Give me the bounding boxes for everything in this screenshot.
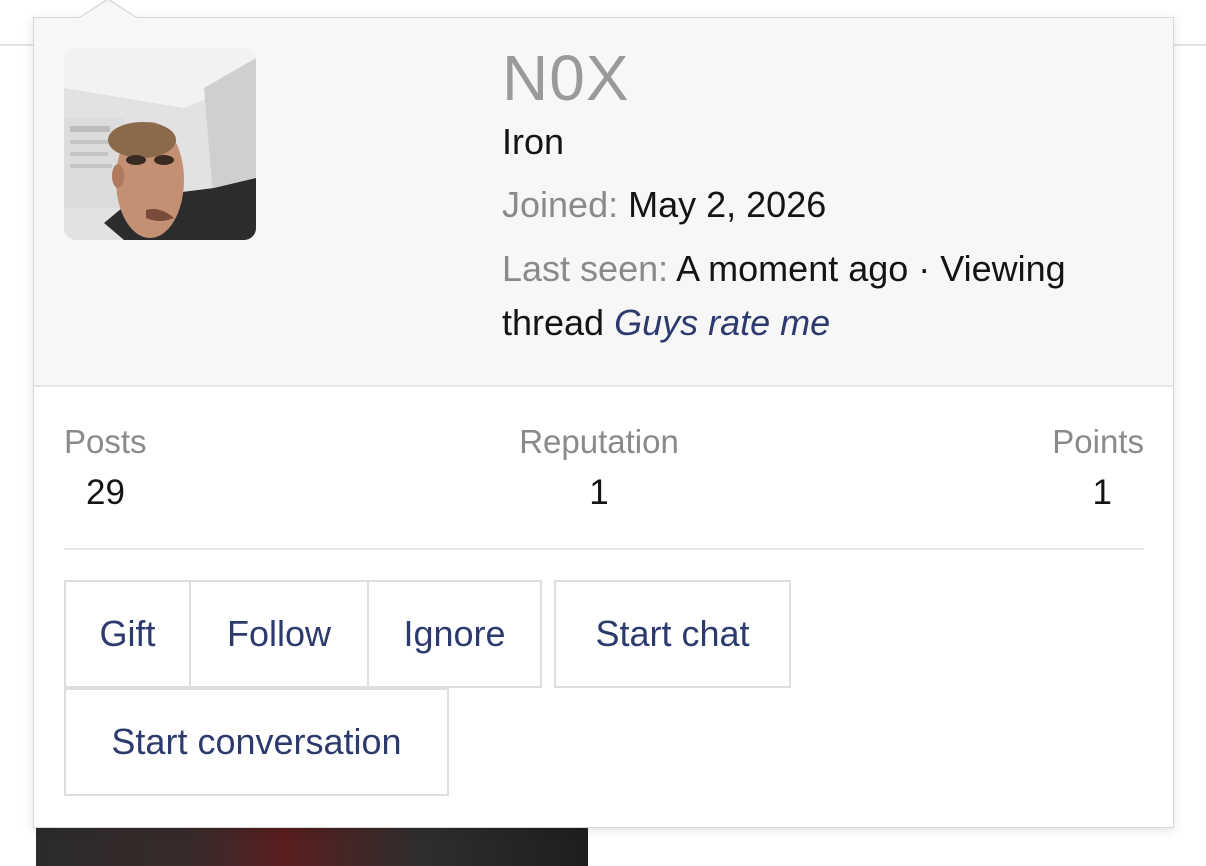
joined-date: May 2, 2026 [628, 184, 827, 225]
member-info: N0X Iron Joined: May 2, 2026 Last seen: … [502, 42, 1142, 350]
joined-row: Joined: May 2, 2026 [502, 178, 1142, 232]
avatar[interactable] [64, 48, 256, 240]
member-stats: Posts 29 Reputation 1 Points 1 [64, 418, 1144, 550]
tooltip-pointer-fill [80, 0, 136, 18]
follow-button[interactable]: Follow [189, 580, 369, 688]
avatar-image [64, 48, 256, 240]
stat-reputation: Reputation 1 [510, 418, 688, 520]
ignore-button[interactable]: Ignore [367, 580, 542, 688]
posts-count[interactable]: 29 [64, 466, 147, 520]
user-rank: Iron [502, 121, 565, 162]
background-thumbnail [36, 826, 588, 866]
points-count[interactable]: 1 [1052, 466, 1144, 520]
stat-posts: Posts 29 [64, 418, 147, 520]
points-label: Points [1052, 423, 1144, 460]
reputation-count[interactable]: 1 [510, 466, 688, 520]
stat-points: Points 1 [1052, 418, 1144, 520]
posts-label: Posts [64, 423, 147, 460]
last-seen-row: Last seen: A moment ago · Viewing thread… [502, 242, 1142, 350]
last-seen-label: Last seen: [502, 248, 669, 289]
username[interactable]: N0X [502, 42, 1142, 114]
start-conversation-button[interactable]: Start conversation [64, 688, 449, 796]
member-tooltip-card: N0X Iron Joined: May 2, 2026 Last seen: … [33, 17, 1174, 828]
joined-label: Joined: [502, 184, 619, 225]
member-header: N0X Iron Joined: May 2, 2026 Last seen: … [34, 18, 1173, 387]
start-chat-button[interactable]: Start chat [554, 580, 791, 688]
reputation-label: Reputation [519, 423, 679, 460]
viewing-thread-link[interactable]: Guys rate me [614, 302, 830, 343]
gift-button[interactable]: Gift [64, 580, 191, 688]
